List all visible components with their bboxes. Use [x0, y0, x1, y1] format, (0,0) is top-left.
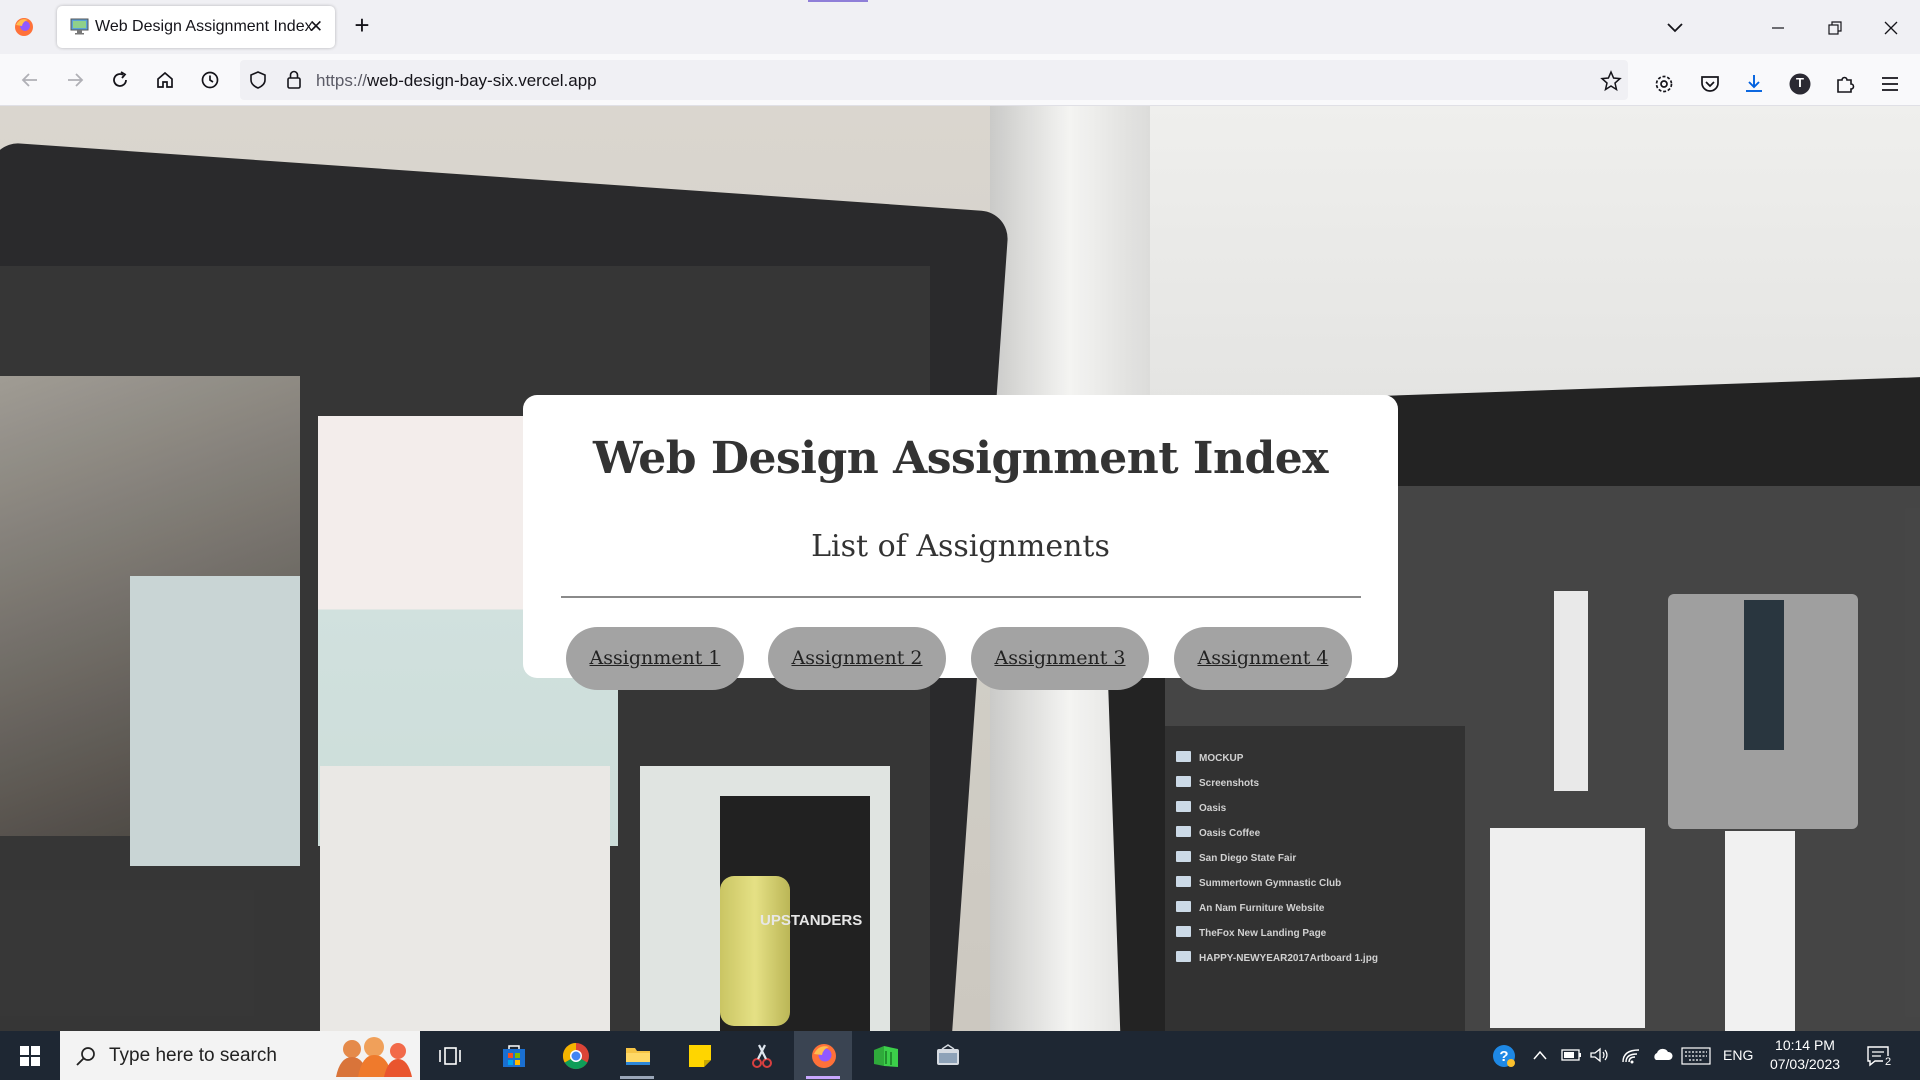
hamburger-menu-icon[interactable]: [1878, 72, 1902, 96]
clock-date: 07/03/2023: [1769, 1056, 1841, 1072]
url-scheme: https://: [316, 71, 368, 90]
task-view-icon: [439, 1047, 461, 1065]
onedrive-cloud-icon[interactable]: [1651, 1047, 1673, 1080]
running-indicator: [806, 1076, 840, 1079]
active-tab[interactable]: Web Design Assignment Index ✕: [57, 6, 335, 48]
start-button[interactable]: [0, 1031, 60, 1080]
sticky-notes-icon: [689, 1045, 711, 1067]
tab-strip: Web Design Assignment Index ✕ +: [0, 0, 1920, 54]
pocket-icon[interactable]: [1698, 72, 1722, 96]
volume-icon[interactable]: [1589, 1046, 1611, 1080]
taskbar-store-app[interactable]: [484, 1031, 542, 1080]
page-subtitle: List of Assignments: [811, 529, 1110, 564]
notification-center-button[interactable]: 2: [1866, 1044, 1894, 1080]
chevron-down-icon[interactable]: [1662, 14, 1688, 40]
extensions-puzzle-icon[interactable]: [1833, 72, 1857, 96]
assignment-4-button[interactable]: Assignment 4: [1174, 627, 1352, 690]
firefox-icon[interactable]: [12, 15, 36, 39]
app-window-icon: [937, 1044, 959, 1065]
taskbar-search-box[interactable]: Type here to search: [60, 1031, 420, 1080]
tab-title: Web Design Assignment Index: [95, 18, 313, 35]
reload-button[interactable]: [104, 64, 136, 96]
windows-logo-icon: [20, 1046, 40, 1066]
keyboard-icon[interactable]: [1681, 1047, 1711, 1080]
forward-button[interactable]: [59, 64, 91, 96]
url-host: web-design-bay-six.vercel.app: [367, 71, 597, 90]
page-title: Web Design Assignment Index: [592, 433, 1329, 484]
help-icon[interactable]: ?: [1492, 1044, 1516, 1080]
taskbar-spreadsheet-app[interactable]: [856, 1031, 914, 1080]
bookmark-star-icon[interactable]: [1600, 70, 1622, 92]
chrome-icon: [562, 1042, 589, 1070]
chevron-up-icon[interactable]: [1532, 1048, 1548, 1080]
spreadsheet-icon: [874, 1046, 898, 1067]
folder-icon: [626, 1048, 650, 1065]
search-icon: [76, 1047, 95, 1066]
taskbar-file-explorer-app[interactable]: [608, 1031, 666, 1080]
monitor-favicon-icon: [70, 18, 89, 35]
taskbar-sticky-notes-app[interactable]: [670, 1031, 728, 1080]
tab-close-icon[interactable]: ✕: [305, 16, 327, 38]
navigation-bar: https://web-design-bay-six.vercel.app T: [0, 54, 1920, 106]
history-button[interactable]: [194, 64, 226, 96]
account-initial: T: [1796, 75, 1804, 90]
language-indicator[interactable]: ENG: [1723, 1047, 1753, 1080]
notification-count: 2: [1883, 1056, 1894, 1068]
battery-icon[interactable]: [1561, 1048, 1583, 1080]
task-view-button[interactable]: [420, 1031, 478, 1080]
url-text[interactable]: https://web-design-bay-six.vercel.app: [316, 71, 597, 91]
taskbar-firefox-app[interactable]: [794, 1031, 852, 1080]
snipping-tool-icon: [752, 1044, 772, 1068]
new-tab-button[interactable]: +: [348, 12, 376, 40]
account-avatar[interactable]: T: [1788, 72, 1812, 96]
assignment-1-button[interactable]: Assignment 1: [566, 627, 744, 690]
firefox-icon: [812, 1044, 836, 1068]
clock-time: 10:14 PM: [1775, 1037, 1835, 1053]
search-highlight-people-icon: [336, 1037, 412, 1077]
minimize-button[interactable]: [1755, 10, 1801, 44]
taskbar-window-app[interactable]: [918, 1031, 976, 1080]
lock-icon[interactable]: [284, 69, 304, 91]
running-indicator: [620, 1076, 654, 1079]
assignment-2-button[interactable]: Assignment 2: [768, 627, 946, 690]
tab-strip-indicator: [808, 0, 868, 2]
home-button[interactable]: [149, 64, 181, 96]
assignment-3-button[interactable]: Assignment 3: [971, 627, 1149, 690]
search-placeholder: Type here to search: [109, 1045, 277, 1066]
assignment-index-card: Web Design Assignment Index List of Assi…: [523, 395, 1398, 690]
downloads-icon[interactable]: [1742, 72, 1766, 96]
taskbar-chrome-app[interactable]: [546, 1031, 604, 1080]
divider: [561, 596, 1361, 598]
back-button[interactable]: [14, 64, 46, 96]
restore-button[interactable]: [1812, 10, 1858, 44]
clock[interactable]: 10:14 PM 07/03/2023: [1760, 1036, 1850, 1074]
address-bar[interactable]: https://web-design-bay-six.vercel.app: [240, 60, 1628, 100]
taskbar: Type here to search ? ENG 10:14 PM 07/03…: [0, 1031, 1920, 1080]
store-icon: [503, 1045, 525, 1067]
shield-icon[interactable]: [248, 70, 268, 90]
taskbar-snipping-app[interactable]: [732, 1031, 790, 1080]
wifi-icon[interactable]: [1621, 1046, 1643, 1080]
close-window-button[interactable]: [1868, 10, 1914, 44]
page-viewport: UPSTANDERS MOCKUP Screenshots Oasis Oasis C…: [0, 106, 1920, 1031]
settings-gear-icon[interactable]: [1652, 72, 1676, 96]
